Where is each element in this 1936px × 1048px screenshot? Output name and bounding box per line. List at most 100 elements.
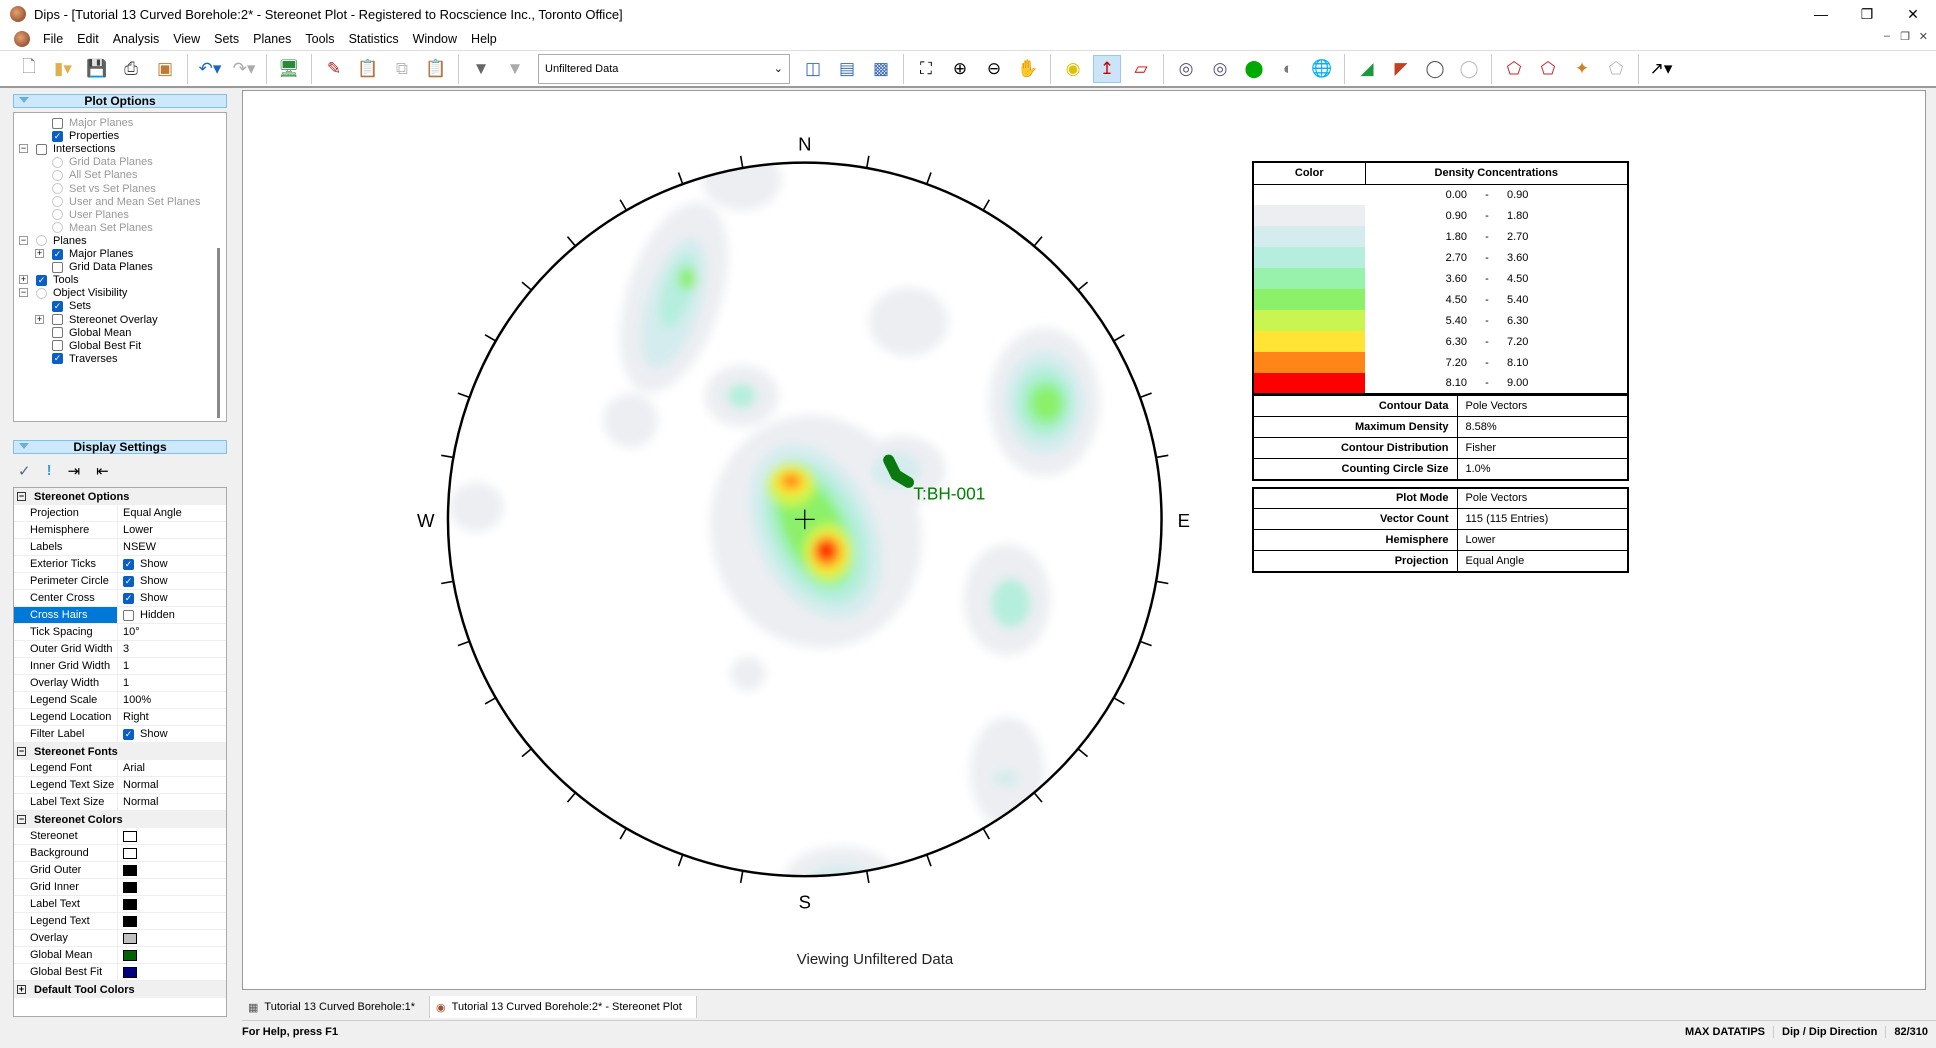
- add-curved-polygon-icon[interactable]: ⬠: [1534, 55, 1562, 83]
- stereonet-plot-area[interactable]: N S W E T:BH-001 Color Density Concentrat…: [242, 90, 1926, 990]
- collapse-icon[interactable]: −: [19, 144, 28, 154]
- menu-analysis[interactable]: Analysis: [106, 32, 167, 46]
- line-tool-icon[interactable]: ◤: [1387, 55, 1415, 83]
- stereonet-svg[interactable]: N S W E T:BH-001: [243, 91, 1927, 991]
- property-row[interactable]: Global Mean: [14, 947, 226, 964]
- color-swatch[interactable]: [123, 932, 137, 944]
- property-value[interactable]: ✓ Show: [118, 726, 226, 742]
- section-header[interactable]: − Stereonet Colors: [14, 811, 226, 828]
- checkbox[interactable]: ✓: [52, 248, 63, 260]
- display-options-icon[interactable]: 🖥: [275, 55, 303, 83]
- property-row[interactable]: Hemisphere Lower: [14, 522, 226, 539]
- property-value[interactable]: Normal: [118, 777, 226, 793]
- checkbox[interactable]: ✓: [36, 274, 47, 286]
- property-row[interactable]: Labels NSEW: [14, 539, 226, 556]
- property-row[interactable]: Overlay Width 1: [14, 675, 226, 692]
- property-value[interactable]: [118, 862, 226, 878]
- property-value[interactable]: 1: [118, 675, 226, 691]
- collapse-icon[interactable]: −: [19, 288, 28, 298]
- filter-select[interactable]: Unfiltered Data ⌄: [538, 53, 790, 84]
- property-row[interactable]: Global Best Fit: [14, 964, 226, 981]
- property-value[interactable]: Hidden: [118, 607, 226, 623]
- plot-options-header[interactable]: Plot Options: [13, 94, 227, 108]
- property-row[interactable]: Legend Font Arial: [14, 760, 226, 777]
- zoom-in-icon[interactable]: ⊕: [946, 55, 974, 83]
- import-icon[interactable]: ⇤: [96, 462, 109, 480]
- property-row[interactable]: Outer Grid Width 3: [14, 641, 226, 658]
- save-icon[interactable]: 💾: [83, 55, 111, 83]
- checkbox[interactable]: ✓: [123, 728, 134, 740]
- radio[interactable]: [52, 209, 63, 221]
- property-row[interactable]: Grid Outer: [14, 862, 226, 879]
- checkbox[interactable]: ✓: [52, 353, 63, 365]
- close-button[interactable]: ✕: [1890, 0, 1936, 28]
- pole-plot-icon[interactable]: ◎: [1172, 55, 1200, 83]
- property-row[interactable]: Projection Equal Angle: [14, 505, 226, 522]
- scrollbar[interactable]: [217, 248, 220, 418]
- clipboard-icon[interactable]: 📋: [354, 55, 382, 83]
- contour-icon[interactable]: ⬤: [1240, 55, 1268, 83]
- print-icon[interactable]: ⎙: [117, 55, 145, 83]
- expand-icon[interactable]: +: [35, 314, 44, 324]
- tile-vertical-icon[interactable]: ◫: [799, 55, 827, 83]
- add-set-window-icon[interactable]: ◯: [1421, 55, 1449, 83]
- property-value[interactable]: [118, 896, 226, 912]
- pole-vector-icon[interactable]: ↥: [1093, 54, 1121, 83]
- pan-icon[interactable]: ✋: [1014, 55, 1042, 83]
- tab-stereonet-plot[interactable]: ◉ Tutorial 13 Curved Borehole:2* - Stereo…: [430, 996, 697, 1018]
- property-value[interactable]: [118, 913, 226, 929]
- property-value[interactable]: Right: [118, 709, 226, 725]
- rosette-icon[interactable]: 🌐: [1308, 55, 1336, 83]
- property-value[interactable]: 1: [118, 658, 226, 674]
- color-swatch[interactable]: [123, 881, 137, 893]
- major-planes-icon[interactable]: ◐: [1274, 55, 1302, 83]
- mdi-minimize-button[interactable]: –: [1884, 30, 1890, 42]
- collapse-icon[interactable]: −: [17, 492, 26, 501]
- property-row[interactable]: Legend Location Right: [14, 709, 226, 726]
- checkbox[interactable]: [123, 609, 134, 621]
- contour-plot-icon[interactable]: ◉: [1059, 55, 1087, 83]
- paste-icon[interactable]: 📋: [422, 55, 450, 83]
- collapse-icon[interactable]: −: [17, 815, 26, 824]
- radio[interactable]: [52, 196, 63, 208]
- menu-view[interactable]: View: [166, 32, 207, 46]
- menu-statistics[interactable]: Statistics: [342, 32, 406, 46]
- color-swatch[interactable]: [123, 966, 137, 978]
- radio[interactable]: [52, 156, 63, 168]
- checkbox[interactable]: ✓: [52, 130, 63, 142]
- property-value[interactable]: [118, 964, 226, 980]
- property-row[interactable]: Overlay: [14, 930, 226, 947]
- redo-icon[interactable]: ↷▾: [230, 55, 258, 83]
- undo-icon[interactable]: ↶▾: [196, 55, 224, 83]
- property-row[interactable]: Background: [14, 845, 226, 862]
- property-value[interactable]: Normal: [118, 794, 226, 810]
- color-swatch[interactable]: [123, 949, 137, 961]
- filter-icon[interactable]: ▼: [467, 55, 495, 83]
- section-header[interactable]: − Stereonet Options: [14, 488, 226, 505]
- collapse-icon[interactable]: −: [17, 747, 26, 756]
- copy-icon[interactable]: ⧉: [388, 55, 416, 83]
- checkbox[interactable]: [52, 117, 63, 129]
- menu-sets[interactable]: Sets: [207, 32, 246, 46]
- menu-tools[interactable]: Tools: [298, 32, 341, 46]
- mdi-restore-button[interactable]: ❐: [1900, 30, 1910, 43]
- tab-borehole-1[interactable]: ▦ Tutorial 13 Curved Borehole:1*: [242, 996, 431, 1018]
- edit-polygon-icon[interactable]: ⬠: [1602, 55, 1630, 83]
- mdi-close-button[interactable]: ✕: [1919, 30, 1928, 43]
- property-value[interactable]: NSEW: [118, 539, 226, 555]
- filter-grid-icon[interactable]: ▼: [501, 55, 529, 83]
- add-polygon-icon[interactable]: ⬠: [1500, 55, 1528, 83]
- property-value[interactable]: ✓ Show: [118, 590, 226, 606]
- checkbox[interactable]: [52, 340, 63, 352]
- radio[interactable]: [52, 183, 63, 194]
- chart-icon[interactable]: ◢: [1353, 55, 1381, 83]
- tile-horizontal-icon[interactable]: ▤: [833, 55, 861, 83]
- export-icon[interactable]: ⇥: [68, 462, 81, 480]
- auto-polygon-icon[interactable]: ✦: [1568, 55, 1596, 83]
- checkbox[interactable]: [52, 261, 63, 273]
- collapse-icon[interactable]: −: [19, 235, 28, 245]
- property-row[interactable]: Legend Scale 100%: [14, 692, 226, 709]
- section-header[interactable]: − Stereonet Fonts: [14, 743, 226, 760]
- new-window-icon[interactable]: ▩: [867, 55, 895, 83]
- property-row[interactable]: Legend Text: [14, 913, 226, 930]
